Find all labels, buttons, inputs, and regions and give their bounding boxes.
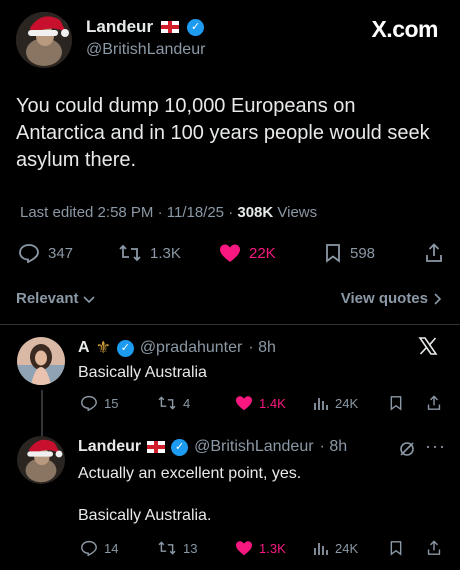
grok-icon[interactable] [398, 440, 416, 463]
bookmark-icon [390, 541, 402, 556]
tweet-text-line: asylum there. [16, 149, 137, 171]
heart-filled-icon [220, 244, 240, 262]
reply-author-name[interactable]: Landeur [78, 438, 141, 456]
author-avatar-art [16, 12, 72, 68]
reply-reply-count: 14 [104, 540, 119, 556]
view-quotes-label: View quotes [340, 290, 428, 307]
bookmark-icon [326, 244, 340, 263]
reply-repost-button[interactable]: 13 [157, 540, 197, 556]
reply-time[interactable]: · 8h [248, 339, 276, 357]
share-icon [426, 243, 442, 262]
reply-icon [81, 540, 97, 556]
reply-bookmark-button[interactable] [389, 540, 403, 556]
reply-like-button[interactable]: 1.3K [235, 540, 286, 556]
verified-badge-icon: ✓ [187, 18, 205, 36]
reply-repost-count: 13 [183, 540, 198, 556]
reply-like-button[interactable]: 1.4K [235, 395, 286, 411]
like-button[interactable]: 22K [219, 243, 276, 263]
reply-header: A ⚜ ✓ @pradahunter · 8h [78, 338, 276, 358]
reply-text: Basically Australia [78, 364, 207, 381]
more-options-icon[interactable]: ··· [425, 436, 446, 457]
reply-text-line: Basically Australia. [78, 507, 212, 524]
reply-views-count: 24K [335, 540, 359, 556]
share-icon [427, 395, 441, 410]
chevron-right-icon [434, 292, 442, 305]
reply-avatar-image [17, 337, 65, 385]
reply-text: Actually an excellent point, yes. Basica… [78, 463, 301, 526]
x-com-logo: X.com [371, 16, 438, 42]
views-chart-icon [314, 398, 328, 410]
reply-reply-count: 15 [104, 395, 119, 411]
reply-repost-count: 4 [183, 395, 191, 411]
bookmark-count: 598 [350, 244, 376, 262]
author-name-row[interactable]: Landeur ✓ [86, 17, 205, 37]
reply-reply-button[interactable]: 14 [80, 540, 118, 556]
reply-button[interactable]: 347 [18, 243, 73, 263]
reply-avatar[interactable] [17, 436, 65, 484]
bookmark-button[interactable]: 598 [324, 243, 375, 263]
reply-share-button[interactable] [427, 395, 441, 411]
views-count: 308K [237, 204, 274, 221]
reply-icon [81, 395, 97, 411]
reply-text-line [78, 484, 301, 505]
reply-views-button[interactable]: 24K [313, 395, 358, 411]
author-handle[interactable]: @BritishLandeur [86, 41, 205, 59]
reply-avatar[interactable] [17, 337, 65, 385]
tweet-text-line: Antarctica and in 100 years people would… [16, 122, 430, 144]
share-button[interactable] [425, 243, 443, 263]
views-label: Views [277, 204, 318, 221]
divider [0, 324, 460, 325]
reply-share-button[interactable] [427, 540, 441, 556]
reply-bookmark-button[interactable] [389, 395, 403, 411]
verified-badge-icon: ✓ [171, 438, 189, 456]
edited-timestamp[interactable]: Last edited 2:58 PM · 11/18/25 · [20, 204, 233, 221]
repost-count: 1.3K [150, 244, 181, 262]
like-count: 22K [249, 244, 276, 262]
tweet-text: You could dump 10,000 Europeans on Antar… [16, 93, 446, 174]
reply-header: Landeur ✓ @BritishLandeur · 8h [78, 438, 347, 456]
tweet-text-line: You could dump 10,000 Europeans on [16, 95, 356, 117]
verified-badge-icon: ✓ [116, 339, 134, 357]
chevron-down-icon [82, 295, 95, 303]
reply-author-handle[interactable]: @pradahunter [140, 339, 243, 357]
reply-time[interactable]: · 8h [320, 438, 348, 456]
reply-views-count: 24K [335, 395, 359, 411]
tweet-meta: Last edited 2:58 PM · 11/18/25 · 308K Vi… [20, 204, 317, 221]
repost-icon [158, 541, 176, 555]
reply-author-handle[interactable]: @BritishLandeur [194, 438, 313, 456]
reply-repost-button[interactable]: 4 [157, 395, 190, 411]
heart-filled-icon [236, 396, 252, 411]
england-flag-icon [161, 21, 180, 33]
bookmark-icon [390, 396, 402, 411]
x-logo-icon [418, 336, 438, 361]
sort-label: Relevant [16, 290, 79, 307]
reply-views-button[interactable]: 24K [313, 540, 358, 556]
author-name[interactable]: Landeur [86, 17, 153, 37]
view-quotes-link[interactable]: View quotes [341, 290, 442, 307]
share-icon [427, 540, 441, 555]
reply-author-name[interactable]: A [78, 339, 90, 357]
heart-filled-icon [236, 541, 252, 556]
reply-like-count: 1.3K [259, 540, 286, 556]
reply-reply-button[interactable]: 15 [80, 395, 118, 411]
reply-avatar-image [17, 436, 65, 484]
reply-like-count: 1.4K [259, 395, 286, 411]
reply-text-line: Actually an excellent point, yes. [78, 465, 302, 482]
reply-icon [19, 244, 39, 263]
repost-button[interactable]: 1.3K [118, 243, 181, 263]
views-chart-icon [314, 543, 328, 555]
repost-icon [158, 396, 176, 410]
repost-icon [119, 244, 141, 262]
fleur-de-lis-icon: ⚜ [95, 338, 111, 357]
england-flag-icon [147, 441, 166, 453]
reply-count: 347 [48, 244, 74, 262]
thread-line [41, 390, 43, 440]
sort-dropdown[interactable]: Relevant [16, 290, 95, 307]
